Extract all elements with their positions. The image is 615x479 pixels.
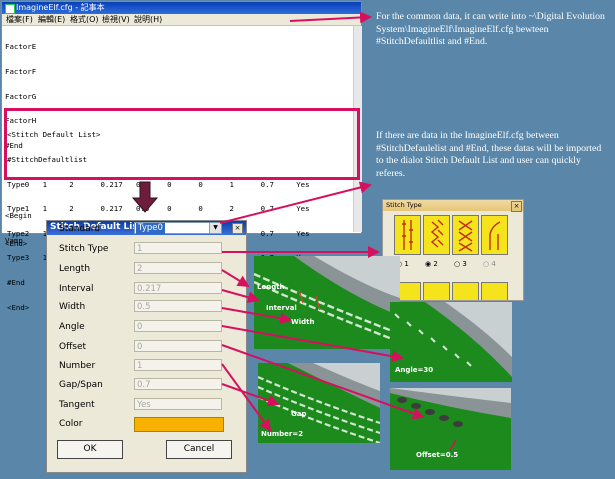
gap-span-field[interactable]: 0.7 <box>134 378 222 390</box>
standard-select[interactable]: Type0 ▼ <box>134 222 222 234</box>
notepad-icon <box>5 4 15 14</box>
text-line: Vamp <box>5 236 23 246</box>
stitch-type-1[interactable] <box>394 215 421 255</box>
highlight-box <box>4 108 360 180</box>
label-tangent: Tangent <box>59 400 95 410</box>
label-gap: Gap <box>291 410 307 418</box>
number-field[interactable]: 1 <box>134 359 222 371</box>
interval-field[interactable]: 0.217 <box>134 282 222 294</box>
stitch-type-6[interactable] <box>423 282 450 300</box>
angle-field[interactable]: 0 <box>134 320 222 332</box>
notepad-titlebar[interactable]: ImagineElf.cfg - 記事本 <box>2 2 361 14</box>
notepad-menubar: 檔案(F) 編輯(E) 格式(O) 檢視(V) 說明(H) <box>2 14 361 26</box>
text-line: FactorF <box>5 67 37 77</box>
close-icon[interactable]: × <box>232 223 243 234</box>
label-interval: Interval <box>59 284 94 294</box>
cancel-button[interactable]: Cancel <box>166 440 232 459</box>
label-length: Length <box>257 283 285 291</box>
stitch-type-window: Stitch Type × ○ 1 ◉ 2 ○ 3 ○ 4 <box>382 199 524 301</box>
width-field[interactable]: 0.5 <box>134 300 222 312</box>
stitch-type-4[interactable] <box>481 215 508 255</box>
radio-3[interactable]: ○ 3 <box>454 260 467 268</box>
label-length: Length <box>59 264 91 274</box>
stitch-image-angle: Angle=30 <box>390 302 512 382</box>
length-field[interactable]: 2 <box>134 262 222 274</box>
label-offset: Offset=0.5 <box>416 451 459 459</box>
label-width: Width <box>291 318 315 326</box>
text-line: Type0 1 2 0.217 0.5 0 0 1 0.7 Yes <box>7 179 310 189</box>
chevron-down-icon[interactable]: ▼ <box>209 223 221 233</box>
annotation-import-data: If there are data in the ImagineElf.cfg … <box>376 130 602 179</box>
menu-file[interactable]: 檔案(F) <box>6 14 33 25</box>
label-color: Color <box>59 419 83 429</box>
stitch-type-8[interactable] <box>481 282 508 300</box>
stitch-image-gap: Gap Number=2 <box>258 363 380 443</box>
radio-4[interactable]: ○ 4 <box>483 260 496 268</box>
offset-field[interactable]: 0 <box>134 340 222 352</box>
label-stitch-type: Stitch Type <box>59 244 109 254</box>
label-gap-span: Gap/Span <box>59 380 103 390</box>
stitch-type-3[interactable] <box>452 215 479 255</box>
text-line: <Begin <box>5 211 32 221</box>
annotation-common-data: For the common data, it can write into ~… <box>376 11 605 47</box>
menu-help[interactable]: 說明(H) <box>134 14 162 25</box>
ok-button[interactable]: OK <box>57 440 123 459</box>
tangent-field[interactable]: Yes <box>134 398 222 410</box>
text-line: FactorE <box>5 42 37 52</box>
stitch-type-7[interactable] <box>452 282 479 300</box>
label-width: Width <box>59 302 86 312</box>
label-angle: Angle <box>59 322 85 332</box>
label-number: Number <box>59 361 96 371</box>
text-line: FactorG <box>5 91 37 101</box>
menu-edit[interactable]: 編輯(E) <box>38 14 65 25</box>
stitch-type-title: Stitch Type <box>383 200 523 211</box>
close-icon[interactable]: × <box>511 201 522 212</box>
menu-view[interactable]: 檢視(V) <box>102 14 130 25</box>
radio-2[interactable]: ◉ 2 <box>425 260 438 268</box>
label-angle: Angle=30 <box>395 366 434 374</box>
standard-value: Type0 <box>136 223 165 234</box>
notepad-title: ImagineElf.cfg - 記事本 <box>16 3 105 12</box>
label-number: Number=2 <box>261 430 304 438</box>
label-offset: Offset <box>59 342 87 352</box>
text-line: Type1 1 2 0.217 0.5 0 0 2 0.7 Yes <box>7 204 310 214</box>
label-standard: Standard <box>59 224 100 234</box>
menu-format[interactable]: 格式(O) <box>70 14 99 25</box>
label-interval: Interval <box>266 304 297 312</box>
color-swatch[interactable] <box>134 417 224 432</box>
stitch-type-field[interactable]: 1 <box>134 242 222 254</box>
stitch-image-length: Length Interval Width <box>254 256 400 349</box>
notepad-text-bottom[interactable]: <Begin Vamp <box>5 196 32 262</box>
stitch-image-offset: Offset=0.5 <box>390 388 511 470</box>
stitch-type-2[interactable] <box>423 215 450 255</box>
